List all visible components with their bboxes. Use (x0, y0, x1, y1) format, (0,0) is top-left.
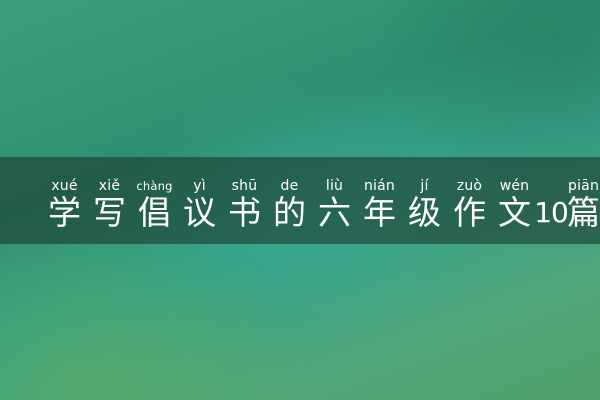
title-char: de 的 (269, 178, 310, 232)
pinyin-label: piān (567, 178, 600, 194)
hanzi-char: 级 (408, 193, 441, 232)
hanzi-char: 六 (318, 193, 351, 232)
hanzi-char: 学 (48, 193, 81, 232)
hanzi-char: 书 (228, 193, 261, 232)
pinyin-label: liù (325, 178, 344, 194)
pinyin-label: chàng (136, 179, 173, 193)
pinyin-label: wén (499, 178, 530, 194)
hanzi-char: 议 (183, 193, 216, 232)
pinyin-label: zuò (456, 178, 483, 194)
pinyin-label: shū (231, 178, 258, 194)
title-char: chàng 倡 (134, 178, 175, 232)
pinyin-label: de (280, 178, 299, 194)
title-char: piān 篇 (563, 178, 600, 232)
title-char: nián 年 (359, 178, 400, 232)
pinyin-label: jí (420, 178, 429, 194)
title-char: yì 议 (179, 178, 220, 232)
hanzi-char: 的 (273, 193, 306, 232)
pinyin-label: xué (51, 178, 78, 194)
title-char: zuò 作 (449, 178, 490, 232)
title-char: jí 级 (404, 178, 445, 232)
hanzi-char: 写 (93, 193, 126, 232)
pinyin-label: yì (193, 178, 206, 194)
hanzi-char: 倡 (138, 193, 171, 232)
title-char: liù 六 (314, 178, 355, 232)
hanzi-char: 年 (363, 193, 396, 232)
title-char: xiě 写 (89, 178, 130, 232)
hanzi-char: 作 (453, 193, 486, 232)
hanzi-char: 篇 (567, 193, 600, 232)
title-char: 10 (534, 178, 569, 232)
title-char: shū 书 (224, 178, 265, 232)
title-char: xué 学 (44, 178, 85, 232)
title-char: wén 文 (494, 178, 535, 232)
hanzi-char: 文 (498, 193, 531, 232)
page-title: xué 学 xiě 写 chàng 倡 yì 议 shū 书 de 的 liù … (44, 178, 600, 232)
pinyin-label: xiě (98, 178, 121, 194)
pinyin-label: nián (363, 178, 395, 194)
